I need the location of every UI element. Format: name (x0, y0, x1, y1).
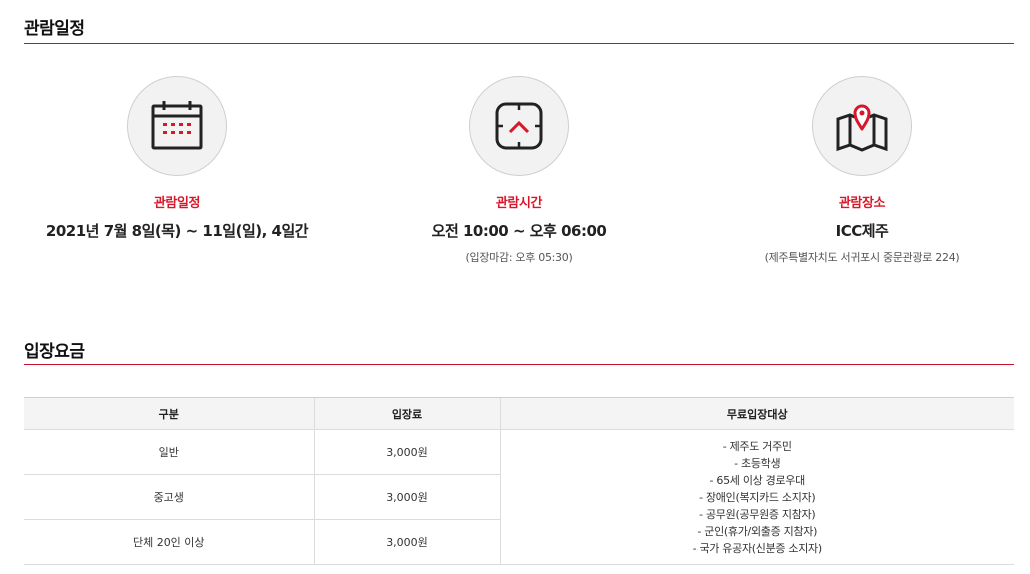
calendar-icon (151, 101, 203, 150)
venue-name: ICC제주 (835, 222, 889, 240)
hours-value: 오전 10:00 ~ 오후 06:00 (431, 222, 607, 240)
fee-section-divider (24, 364, 1014, 365)
schedule-date-range: 2021년 7월 8일(목) ~ 11일(일), 4일간 (45, 222, 309, 240)
info-venue: 관람장소 ICC제주 (제주특별자치도 서귀포시 중문관광로 224) (692, 76, 1030, 265)
free-target-item: - 공무원(공무원증 지참자) (699, 507, 816, 521)
row-price: 3,000원 (313, 519, 500, 565)
free-targets-cell: - 제주도 거주민 - 초등학생 - 65세 이상 경로우대 - 장애인(복지카… (499, 429, 1014, 565)
row-price: 3,000원 (313, 474, 500, 520)
row-category: 중고생 (24, 474, 314, 520)
free-target-item: - 제주도 거주민 (722, 439, 792, 453)
free-target-item: - 군인(휴가/외출증 지참자) (697, 524, 818, 538)
clock-icon-circle (469, 76, 569, 176)
fee-section-title: 입장요금 (24, 342, 85, 362)
header-category: 구분 (24, 397, 314, 430)
venue-address: (제주특별자치도 서귀포시 중문관광로 224) (764, 251, 960, 264)
schedule-label: 관람일정 (153, 196, 201, 211)
info-schedule: 관람일정 2021년 7월 8일(목) ~ 11일(일), 4일간 (7, 76, 347, 241)
calendar-icon-circle (127, 76, 227, 176)
schedule-section-divider (24, 43, 1014, 44)
fee-table: 구분 입장료 무료입장대상 일반 3,000원 - 제주도 거주민 - 초등학생… (24, 397, 1014, 565)
row-price: 3,000원 (313, 429, 500, 475)
table-row: 일반 3,000원 - 제주도 거주민 - 초등학생 - 65세 이상 경로우대… (24, 429, 1014, 565)
hours-entry-deadline: (입장마감: 오후 05:30) (465, 251, 573, 264)
free-target-item: - 초등학생 (734, 456, 781, 470)
venue-label: 관람장소 (838, 196, 886, 211)
free-target-item: - 국가 유공자(신분증 소지자) (692, 541, 823, 555)
schedule-section-title: 관람일정 (24, 19, 85, 39)
map-pin-icon (836, 104, 888, 152)
free-target-item: - 장애인(복지카드 소지자) (699, 490, 816, 504)
info-hours: 관람시간 오전 10:00 ~ 오후 06:00 (입장마감: 오후 05:30… (349, 76, 689, 265)
hours-label: 관람시간 (495, 196, 543, 211)
map-icon-circle (812, 76, 912, 176)
row-category: 단체 20인 이상 (24, 519, 314, 565)
free-target-item: - 65세 이상 경로우대 (709, 473, 806, 487)
row-category: 일반 (24, 429, 314, 475)
header-free-targets: 무료입장대상 (499, 397, 1014, 430)
clock-icon (495, 102, 543, 150)
header-price: 입장료 (313, 397, 500, 430)
fee-table-header-row: 구분 입장료 무료입장대상 (24, 397, 1014, 430)
